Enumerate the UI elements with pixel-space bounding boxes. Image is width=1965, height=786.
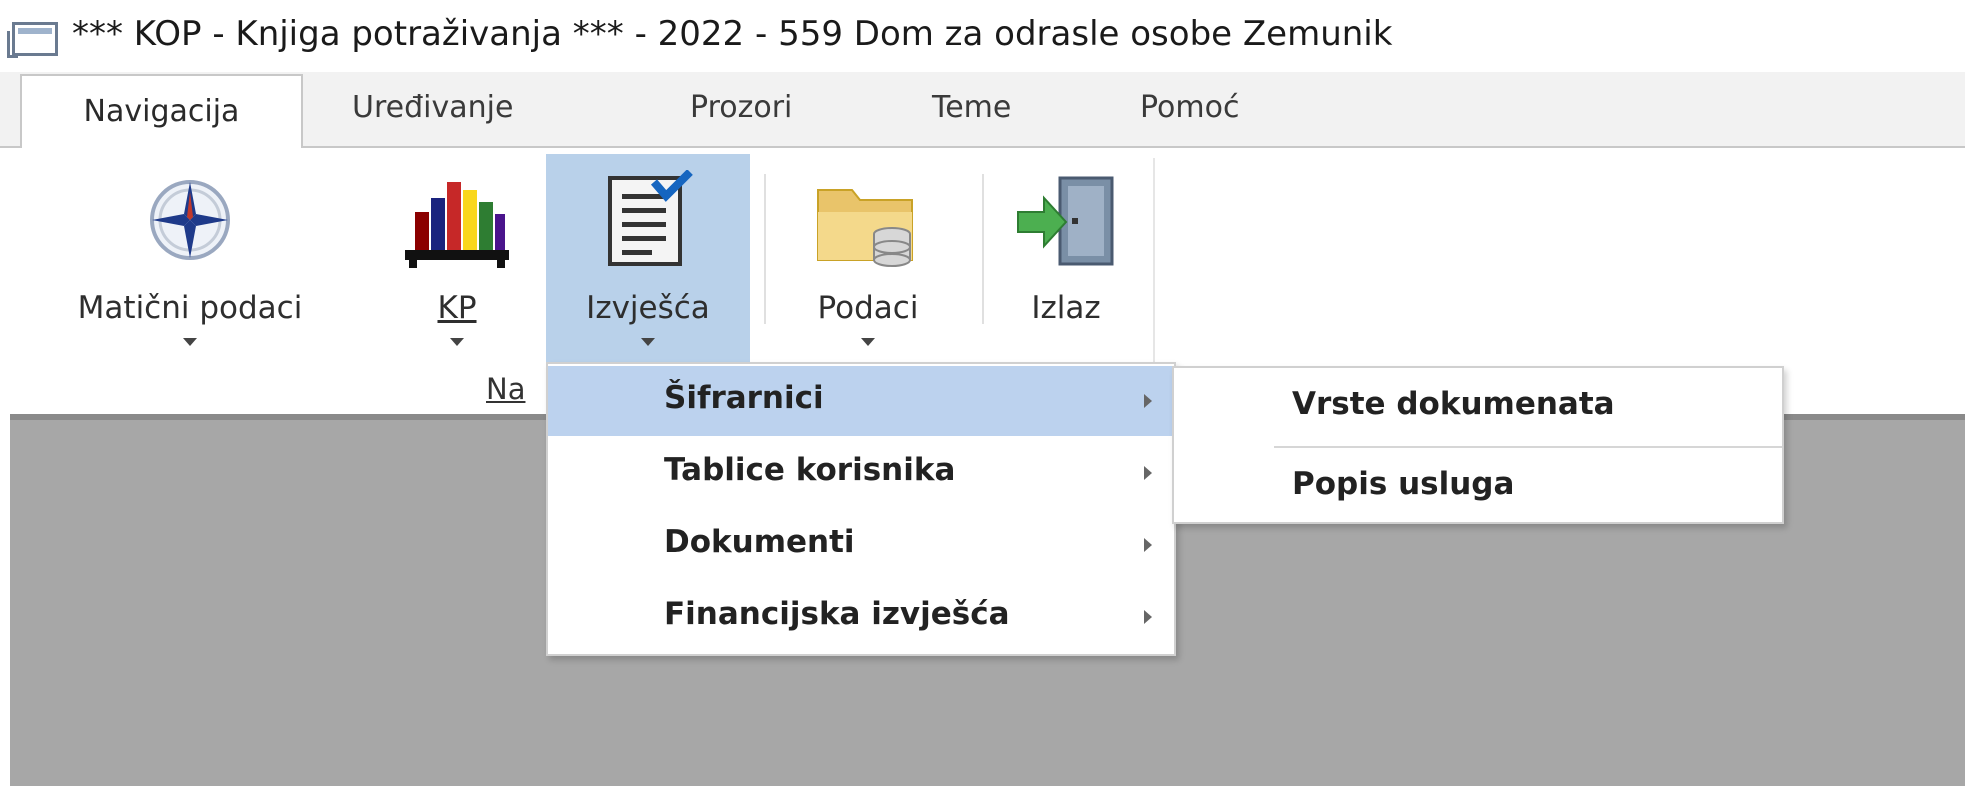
chevron-right-icon <box>1144 538 1152 552</box>
application-window: *** KOP - Knjiga potraživanja *** - 2022… <box>0 0 1965 786</box>
menu-item-label: Dokumenti <box>664 524 855 560</box>
tab-pomoc[interactable]: Pomoć <box>1140 90 1239 125</box>
menu-item-financijska-izvjesca[interactable]: Financijska izvješća <box>548 582 1174 652</box>
exit-door-icon <box>1010 172 1122 276</box>
tab-navigacija[interactable]: Navigacija <box>20 74 303 148</box>
sifrarnici-submenu: Vrste dokumenata Popis usluga <box>1172 366 1784 524</box>
submenu-item-popis-usluga[interactable]: Popis usluga <box>1174 450 1782 522</box>
books-icon <box>401 172 513 276</box>
tab-prozori[interactable]: Prozori <box>690 90 792 125</box>
menu-item-label: Šifrarnici <box>664 380 824 416</box>
ribbon-separator <box>982 174 984 324</box>
ribbon-group-divider <box>1153 158 1155 394</box>
ribbon-separator <box>764 174 766 324</box>
kp-button[interactable]: KP <box>392 158 522 364</box>
menu-item-sifrarnici[interactable]: Šifrarnici <box>548 366 1174 436</box>
podaci-label: Podaci <box>817 290 919 326</box>
izvjesca-dropdown-menu: Šifrarnici Tablice korisnika Dokumenti F… <box>546 362 1176 656</box>
report-checklist-icon <box>600 169 696 274</box>
menu-item-tablice-korisnika[interactable]: Tablice korisnika <box>548 438 1174 508</box>
window-title: *** KOP - Knjiga potraživanja *** - 2022… <box>72 14 1393 54</box>
title-bar: *** KOP - Knjiga potraživanja *** - 2022… <box>0 0 1965 72</box>
chevron-down-icon <box>183 338 197 346</box>
chevron-right-icon <box>1144 394 1152 408</box>
chevron-down-icon <box>861 338 875 346</box>
menu-item-label: Financijska izvješća <box>664 596 1010 632</box>
izlaz-button[interactable]: Izlaz <box>1004 158 1128 364</box>
izlaz-label: Izlaz <box>1031 290 1101 326</box>
submenu-item-label: Vrste dokumenata <box>1292 386 1615 422</box>
window-icon[interactable] <box>7 22 58 58</box>
chevron-right-icon <box>1144 610 1152 624</box>
submenu-separator <box>1274 446 1782 448</box>
menu-item-label: Tablice korisnika <box>664 452 956 488</box>
kp-label: KP <box>437 290 477 326</box>
ribbon-tab-strip: Navigacija Uređivanje Prozori Teme Pomoć <box>0 72 1965 148</box>
podaci-button[interactable]: Podaci <box>790 158 946 364</box>
submenu-item-vrste-dokumenata[interactable]: Vrste dokumenata <box>1174 370 1782 442</box>
folder-database-icon <box>812 172 924 276</box>
chevron-down-icon <box>450 338 464 346</box>
tab-teme[interactable]: Teme <box>932 90 1011 125</box>
maticni-podaci-button[interactable]: Matični podaci <box>40 158 340 364</box>
tab-uredivanje[interactable]: Uređivanje <box>352 90 513 125</box>
menu-item-dokumenti[interactable]: Dokumenti <box>548 510 1174 580</box>
chevron-right-icon <box>1144 466 1152 480</box>
ribbon-group-label: Na <box>486 372 526 406</box>
submenu-item-label: Popis usluga <box>1292 466 1515 502</box>
maticni-podaci-label: Matični podaci <box>77 290 303 326</box>
izvjesca-button[interactable]: Izvješća <box>546 154 750 364</box>
chevron-down-icon <box>641 338 655 346</box>
compass-icon <box>142 172 238 272</box>
izvjesca-label: Izvješća <box>586 290 710 326</box>
